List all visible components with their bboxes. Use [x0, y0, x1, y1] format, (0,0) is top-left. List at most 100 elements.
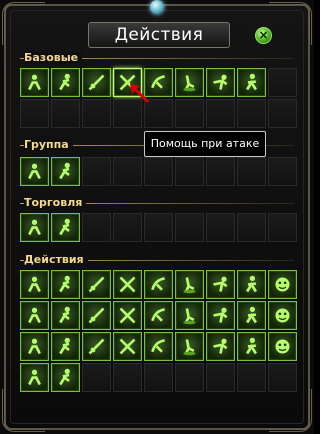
actions-window: Действия × Базовые Группа Торговля Дейст… [0, 0, 314, 434]
action-slot[interactable] [51, 301, 80, 330]
empty-slot [237, 213, 266, 242]
empty-slot [82, 99, 111, 128]
action-slot[interactable] [51, 363, 80, 392]
high-five-icon [210, 305, 231, 326]
sorrow-icon [86, 305, 107, 326]
action-slot[interactable] [175, 68, 204, 97]
action-slot[interactable] [20, 68, 49, 97]
action-slot[interactable] [20, 270, 49, 299]
advance-icon [86, 274, 107, 295]
greet-icon [24, 274, 45, 295]
empty-slot [175, 99, 204, 128]
push-up-icon [55, 367, 76, 388]
action-slot[interactable] [51, 332, 80, 361]
action-slot[interactable] [82, 68, 111, 97]
tooltip-text: Помощь при атаке [150, 137, 260, 150]
action-slot[interactable] [206, 68, 235, 97]
action-slot[interactable] [237, 332, 266, 361]
action-slot[interactable] [20, 301, 49, 330]
empty-slot [206, 157, 235, 186]
empty-slot [82, 157, 111, 186]
social-wait-icon [241, 274, 262, 295]
action-slot[interactable] [237, 270, 266, 299]
action-slot[interactable] [175, 332, 204, 361]
action-slot[interactable] [51, 157, 80, 186]
empty-slot [144, 157, 173, 186]
ornament-corner [269, 389, 312, 432]
action-slot[interactable] [175, 301, 204, 330]
action-slot[interactable] [144, 301, 173, 330]
action-slot[interactable] [82, 332, 111, 361]
action-slot[interactable] [237, 68, 266, 97]
section-social: Действия [20, 254, 297, 392]
action-slot[interactable] [82, 301, 111, 330]
action-slot[interactable] [113, 301, 142, 330]
party-leave-icon [55, 161, 76, 182]
empty-slot [268, 363, 297, 392]
section-title-group: Группа [24, 139, 73, 151]
empty-slot [113, 157, 142, 186]
action-slot[interactable] [268, 270, 297, 299]
gem-ornament-icon [150, 0, 164, 14]
action-slot[interactable] [113, 270, 142, 299]
empty-slot [144, 213, 173, 242]
pointer-arrow-icon [130, 84, 150, 104]
empty-slot [82, 213, 111, 242]
empty-slot [268, 157, 297, 186]
close-icon: × [258, 28, 269, 42]
section-basic: Базовые [20, 52, 297, 128]
taunt-icon [210, 336, 231, 357]
action-slot[interactable] [20, 363, 49, 392]
action-slot[interactable] [175, 270, 204, 299]
close-button[interactable]: × [255, 27, 272, 44]
look-icon [86, 336, 107, 357]
attack-icon [86, 72, 107, 93]
action-slot[interactable] [51, 213, 80, 242]
action-slot[interactable] [144, 270, 173, 299]
section-title-trade: Торговля [24, 197, 87, 209]
empty-slot [175, 363, 204, 392]
action-slot[interactable] [82, 270, 111, 299]
action-slot[interactable] [113, 332, 142, 361]
kick-icon [117, 336, 138, 357]
party-invite-icon [24, 161, 45, 182]
empty-slot [237, 99, 266, 128]
empty-slot [82, 363, 111, 392]
action-slot[interactable] [20, 157, 49, 186]
action-slot[interactable] [237, 301, 266, 330]
action-slot[interactable] [268, 301, 297, 330]
empty-slot [206, 363, 235, 392]
action-slot[interactable] [144, 332, 173, 361]
point-icon [272, 336, 293, 357]
ornament-corner [2, 389, 45, 432]
empty-slot [268, 99, 297, 128]
action-slot[interactable] [206, 301, 235, 330]
jump-icon [24, 336, 45, 357]
private-store-icon [55, 217, 76, 238]
action-slot[interactable] [206, 332, 235, 361]
stretch-icon [179, 336, 200, 357]
bow-icon [210, 72, 231, 93]
action-slot[interactable] [268, 332, 297, 361]
action-slot[interactable] [206, 270, 235, 299]
push-icon [179, 72, 200, 93]
empty-slot [268, 213, 297, 242]
ornament-corner [269, 2, 312, 45]
empty-slot [20, 99, 49, 128]
charm-icon [117, 305, 138, 326]
action-slot[interactable] [20, 213, 49, 242]
shield-guard-icon [241, 336, 262, 357]
action-slot[interactable] [51, 270, 80, 299]
bow-social-icon [179, 274, 200, 295]
rest-icon [148, 336, 169, 357]
empty-slot [175, 213, 204, 242]
section-title-social: Действия [24, 254, 88, 266]
walk-icon [241, 72, 262, 93]
action-slot[interactable] [20, 332, 49, 361]
couple-dance-icon [241, 305, 262, 326]
ornament-corner [2, 2, 45, 45]
basic-actions-grid [20, 68, 297, 128]
action-slot[interactable] [51, 68, 80, 97]
section-trade: Торговля [20, 197, 297, 242]
empty-slot [113, 363, 142, 392]
